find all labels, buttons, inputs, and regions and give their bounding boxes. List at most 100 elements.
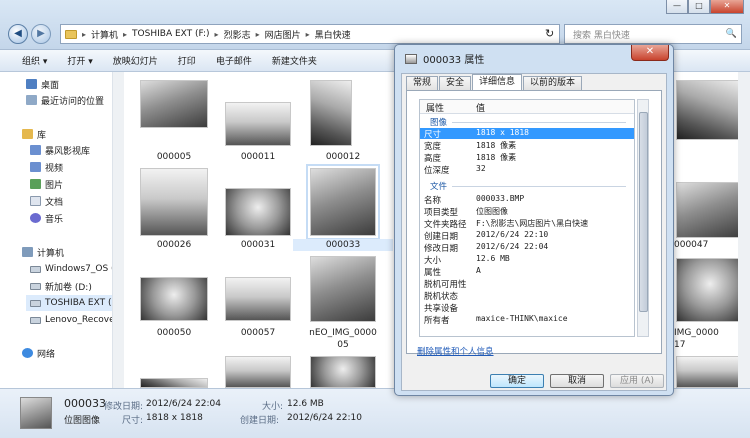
- file-label[interactable]: nEO_IMG_0000: [293, 327, 393, 339]
- property-row[interactable]: 脱机状态: [420, 290, 634, 302]
- ok-button[interactable]: 确定: [490, 374, 544, 388]
- property-list-scrollbar[interactable]: [637, 99, 649, 337]
- file-thumbnail[interactable]: [140, 168, 208, 236]
- refresh-icon[interactable]: ↻: [545, 27, 554, 40]
- apply-button[interactable]: 应用 (A): [610, 374, 664, 388]
- open-button[interactable]: 打开 ▾: [57, 54, 102, 67]
- property-value: F:\烈影志\网店图片\黑白快速: [476, 219, 589, 228]
- remove-properties-link[interactable]: 删除属性和个人信息: [417, 345, 494, 357]
- file-thumbnail[interactable]: [310, 256, 376, 322]
- property-row[interactable]: 高度 1818 像素: [420, 152, 634, 164]
- property-key: 大小: [424, 256, 442, 266]
- explorer-titlebar: — □ ✕ ◀ ▶ ▸ 计算机 ▸ TOSHIBA EXT (F:) ▸ 烈影志…: [0, 0, 750, 50]
- tab-details[interactable]: 详细信息: [472, 74, 523, 90]
- maximize-button[interactable]: □: [688, 0, 710, 14]
- slideshow-button[interactable]: 放映幻灯片: [103, 54, 168, 67]
- file-thumbnail[interactable]: [225, 277, 291, 321]
- property-row[interactable]: 属性 A: [420, 266, 634, 278]
- property-list-header: 属性 值: [420, 100, 634, 114]
- sidebar-item-toshiba[interactable]: TOSHIBA EXT (I: [26, 295, 112, 311]
- sidebar-item-lenovo[interactable]: Lenovo_Recove: [30, 312, 112, 328]
- tab-previous-versions[interactable]: 以前的版本: [523, 76, 583, 90]
- file-thumbnail[interactable]: [676, 356, 744, 388]
- property-value: A: [476, 266, 481, 275]
- image-thumbnail: [226, 189, 290, 235]
- sidebar-item-label: 图片: [45, 180, 64, 191]
- property-row[interactable]: 共享设备: [420, 302, 634, 314]
- file-label[interactable]: IMG_0000: [668, 327, 728, 339]
- property-row[interactable]: 大小 12.6 MB: [420, 254, 634, 266]
- breadcrumb-computer[interactable]: 计算机: [91, 28, 118, 41]
- file-label[interactable]: 000012: [293, 151, 393, 163]
- property-row[interactable]: 尺寸 1818 x 1818: [420, 128, 634, 140]
- property-row[interactable]: 名称 000033.BMP: [420, 194, 634, 206]
- file-thumbnail[interactable]: [225, 356, 291, 388]
- breadcrumb-shop-images[interactable]: 网店图片: [265, 28, 301, 41]
- breadcrumb-toshiba[interactable]: TOSHIBA EXT (F:): [132, 29, 210, 39]
- new-folder-button[interactable]: 新建文件夹: [262, 54, 327, 67]
- drive-icon: [30, 316, 41, 324]
- file-label-line2: 05: [337, 340, 349, 350]
- file-thumbnail[interactable]: [225, 188, 291, 236]
- column-header-property[interactable]: 属性: [426, 101, 444, 114]
- file-thumbnail[interactable]: [140, 378, 208, 388]
- forward-button[interactable]: ▶: [31, 24, 51, 44]
- sidebar-item-library[interactable]: 库: [22, 126, 123, 142]
- minimize-button[interactable]: —: [666, 0, 688, 14]
- created-value: 2012/6/24 22:10: [287, 413, 362, 423]
- content-scrollbar[interactable]: [738, 72, 750, 388]
- property-row[interactable]: 项目类型 位图图像: [420, 206, 634, 218]
- sidebar-item-desktop[interactable]: 桌面: [26, 76, 123, 92]
- file-label-selected[interactable]: 000033: [293, 239, 393, 251]
- file-label[interactable]: 000047: [668, 239, 728, 251]
- property-row[interactable]: 创建日期 2012/6/24 22:10: [420, 230, 634, 242]
- dialog-title: 000033 属性: [423, 55, 485, 66]
- file-thumbnail[interactable]: [676, 258, 744, 322]
- sidebar-item-videos[interactable]: 视频: [30, 159, 123, 175]
- breadcrumb-lieyingzhi[interactable]: 烈影志: [224, 28, 251, 41]
- file-thumbnail[interactable]: [676, 182, 744, 238]
- address-bar[interactable]: ▸ 计算机 ▸ TOSHIBA EXT (F:) ▸ 烈影志 ▸ 网店图片 ▸ …: [60, 24, 560, 44]
- file-thumbnail-selected[interactable]: [306, 164, 380, 240]
- property-value: 000033.BMP: [476, 194, 525, 203]
- sidebar-item-music[interactable]: 音乐: [30, 210, 123, 226]
- group-divider: [452, 122, 626, 123]
- back-button[interactable]: ◀: [8, 24, 28, 44]
- image-thumbnail: [226, 278, 290, 320]
- print-button[interactable]: 打印: [168, 54, 206, 67]
- sidebar-item-pictures[interactable]: 图片: [30, 176, 123, 192]
- file-thumbnail[interactable]: [225, 102, 291, 146]
- email-button[interactable]: 电子邮件: [206, 54, 262, 67]
- sidebar-item-newvol[interactable]: 新加卷 (D:): [30, 278, 112, 294]
- cancel-button[interactable]: 取消: [550, 374, 604, 388]
- sidebar-scrollbar[interactable]: [112, 72, 124, 388]
- sidebar-item-computer[interactable]: 计算机: [22, 244, 123, 260]
- search-input[interactable]: 搜索 黑白快速 🔍: [564, 24, 742, 44]
- scrollbar-thumb[interactable]: [639, 112, 648, 312]
- file-thumbnail[interactable]: [140, 80, 208, 128]
- property-row[interactable]: 脱机可用性: [420, 278, 634, 290]
- file-thumbnail[interactable]: [140, 277, 208, 321]
- property-row[interactable]: 文件夹路径 F:\烈影志\网店图片\黑白快速: [420, 218, 634, 230]
- sidebar-item-video-library[interactable]: 暴风影视库: [30, 142, 123, 158]
- search-icon[interactable]: 🔍: [726, 29, 737, 39]
- tab-general[interactable]: 常规: [406, 76, 439, 90]
- sidebar-item-documents[interactable]: 文档: [30, 193, 123, 209]
- sidebar-item-network[interactable]: 网络: [22, 345, 123, 361]
- property-row[interactable]: 修改日期 2012/6/24 22:04: [420, 242, 634, 254]
- property-row[interactable]: 位深度 32: [420, 164, 634, 176]
- file-thumbnail[interactable]: [676, 80, 744, 140]
- property-row[interactable]: 所有者 maxice-THINK\maxice: [420, 314, 634, 326]
- sidebar-item-win7[interactable]: Windows7_OS (: [30, 261, 112, 277]
- property-row[interactable]: 宽度 1818 像素: [420, 140, 634, 152]
- dialog-close-button[interactable]: ✕: [631, 45, 669, 61]
- file-thumbnail[interactable]: [310, 80, 352, 146]
- file-thumbnail[interactable]: [310, 356, 376, 388]
- organize-button[interactable]: 组织 ▾: [12, 54, 57, 67]
- tab-security[interactable]: 安全: [439, 76, 472, 90]
- breadcrumb-bw-quick[interactable]: 黑白快速: [315, 28, 351, 41]
- property-list[interactable]: 属性 值 图像 尺寸 1818 x 1818 宽度 1818 像素 高度 1818 像…: [419, 99, 635, 337]
- sidebar-item-recent[interactable]: 最近访问的位置: [26, 92, 123, 108]
- column-header-value[interactable]: 值: [476, 101, 485, 114]
- close-button[interactable]: ✕: [710, 0, 744, 14]
